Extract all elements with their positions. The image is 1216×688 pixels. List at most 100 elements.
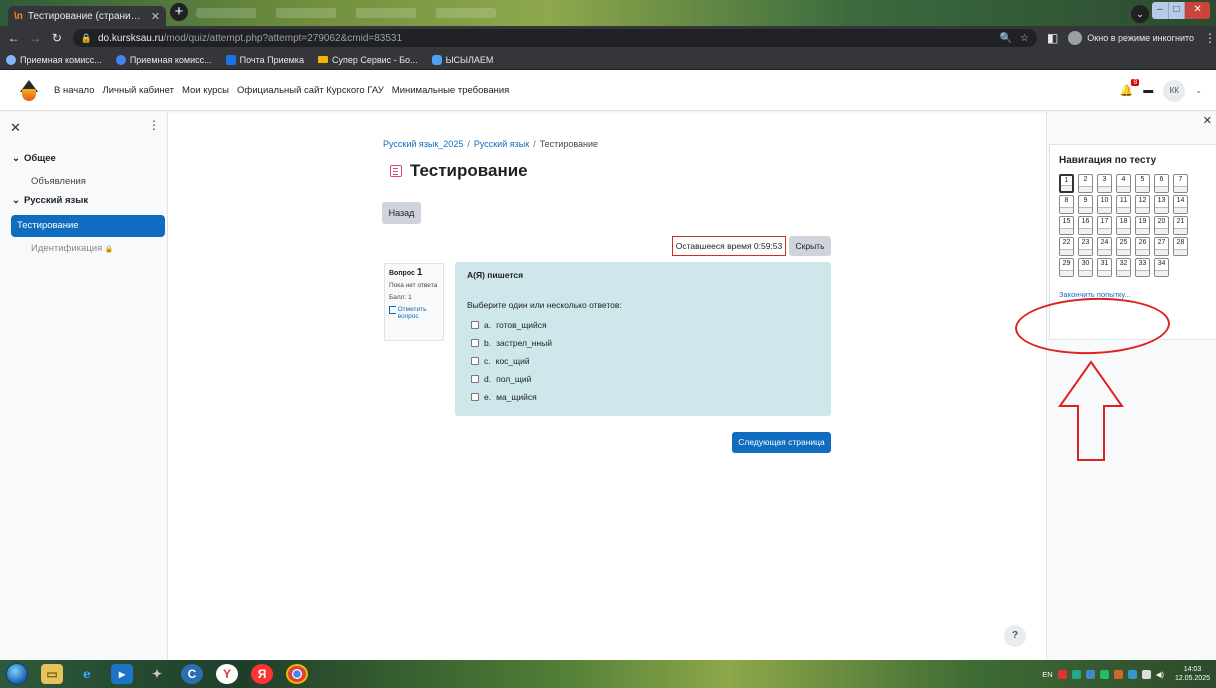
answer-checkbox[interactable] [471,357,479,365]
question-nav-button[interactable]: 34 [1154,258,1169,277]
question-nav-button[interactable]: 10 [1097,195,1112,214]
minimize-icon[interactable]: – [1152,2,1169,19]
question-nav-button[interactable]: 21 [1173,216,1188,235]
nav-official-site-link[interactable]: Официальный сайт Курского ГАУ [237,85,384,96]
bookmark-item[interactable]: ЫСЫЛАЕМ [431,54,493,65]
user-avatar[interactable]: КК [1163,79,1186,102]
maximize-icon[interactable]: □ [1168,2,1186,19]
course-item-testing[interactable]: Тестирование [11,215,165,237]
tray-app-icon[interactable] [1057,669,1067,679]
question-nav-button[interactable]: 25 [1116,237,1131,256]
internet-explorer-icon[interactable]: e [76,664,98,684]
answer-checkbox[interactable] [471,321,479,329]
bird-app-icon[interactable]: ✦ [146,664,168,684]
media-player-icon[interactable]: ▸ [111,664,133,684]
bookmark-item[interactable]: Приемная комисс... [6,54,102,65]
sidebar-panel-icon[interactable]: ◧ [1047,31,1058,45]
new-tab-button[interactable]: + [170,3,188,21]
question-nav-button[interactable]: 15 [1059,216,1074,235]
question-nav-button[interactable]: 19 [1135,216,1150,235]
answer-option[interactable]: c. кос_щий [467,352,819,370]
help-button[interactable]: ? [1004,625,1026,647]
volume-icon[interactable]: ◀) [1156,670,1164,679]
file-explorer-icon[interactable]: ▭ [41,664,63,684]
next-page-button[interactable]: Следующая страница [732,432,831,453]
section-russian[interactable]: ⌄ Русский язык [12,195,88,206]
question-nav-button[interactable]: 13 [1154,195,1169,214]
tray-app-icon[interactable] [1099,669,1109,679]
question-nav-button[interactable]: 28 [1173,237,1188,256]
browser-tab-active[interactable]: \n Тестирование (страница 1 из 34 ✕ [8,6,166,26]
forward-arrow-icon[interactable]: → [28,31,44,45]
question-nav-button[interactable]: 16 [1078,216,1093,235]
question-nav-button[interactable]: 29 [1059,258,1074,277]
messages-icon[interactable]: ▬ [1143,85,1153,96]
tray-app-icon[interactable] [1127,669,1137,679]
answer-checkbox[interactable] [471,339,479,347]
browser-menu-icon[interactable]: ⋮ [1204,31,1216,45]
kebab-menu-icon[interactable]: ⋮ [148,118,160,132]
close-drawer-icon[interactable]: ✕ [1203,114,1212,127]
flag-question-link[interactable]: Отметить вопрос [389,306,439,320]
tray-app-icon[interactable] [1113,669,1123,679]
tray-app-icon[interactable] [1085,669,1095,679]
question-nav-button[interactable]: 11 [1116,195,1131,214]
question-nav-button[interactable]: 24 [1097,237,1112,256]
close-drawer-icon[interactable]: ✕ [10,120,21,136]
site-logo[interactable] [18,79,40,102]
profile-menu-icon[interactable]: ⌄ [1131,5,1149,23]
bookmark-item[interactable]: Почта Приемка [225,54,304,65]
question-nav-button[interactable]: 33 [1135,258,1150,277]
question-nav-button[interactable]: 30 [1078,258,1093,277]
course-item-identification[interactable]: Идентификация 🔒 [31,243,114,254]
background-tabs[interactable] [196,8,496,18]
question-nav-button[interactable]: 20 [1154,216,1169,235]
question-nav-button[interactable]: 18 [1116,216,1131,235]
nav-home-link[interactable]: В начало [54,85,94,96]
notifications-bell-icon[interactable]: 🔔 8 [1120,79,1140,97]
tab-close-icon[interactable]: ✕ [151,10,160,23]
language-indicator[interactable]: EN [1042,670,1052,679]
question-nav-button[interactable]: 6 [1154,174,1169,193]
question-nav-button[interactable]: 3 [1097,174,1112,193]
answer-option[interactable]: e. ма_щийся [467,388,819,406]
incognito-indicator[interactable]: Окно в режиме инкогнито [1068,31,1194,45]
question-nav-button[interactable]: 27 [1154,237,1169,256]
question-nav-button[interactable]: 22 [1059,237,1074,256]
question-nav-button[interactable]: 17 [1097,216,1112,235]
question-nav-button[interactable]: 32 [1116,258,1131,277]
question-nav-button[interactable]: 8 [1059,195,1074,214]
nav-dashboard-link[interactable]: Личный кабинет [102,85,173,96]
answer-checkbox[interactable] [471,375,479,383]
question-nav-button[interactable]: 1 [1059,174,1074,193]
nav-my-courses-link[interactable]: Мои курсы [182,85,229,96]
answer-option[interactable]: b. застрел_нный [467,334,819,352]
tray-app-icon[interactable] [1071,669,1081,679]
breadcrumb-section-link[interactable]: Русский язык [474,139,529,149]
yandex-browser-icon[interactable]: Y [216,664,238,684]
chrome-icon[interactable] [286,664,308,684]
bookmark-item[interactable]: Супер Сервис - Бо... [317,55,418,65]
window-close-icon[interactable]: ✕ [1185,2,1210,19]
hide-timer-button[interactable]: Скрыть [789,236,831,256]
answer-checkbox[interactable] [471,393,479,401]
zoom-icon[interactable]: 🔍 [1000,33,1012,44]
question-nav-button[interactable]: 2 [1078,174,1093,193]
network-icon[interactable] [1141,669,1151,679]
yandex-icon[interactable]: Я [251,664,273,684]
answer-option[interactable]: a. готов_щийся [467,316,819,334]
question-nav-button[interactable]: 4 [1116,174,1131,193]
c-app-icon[interactable]: C [181,664,203,684]
chevron-down-icon[interactable]: ⌄ [1195,86,1202,95]
question-nav-button[interactable]: 9 [1078,195,1093,214]
back-arrow-icon[interactable]: ← [6,31,22,45]
start-button[interactable] [6,663,28,685]
bookmark-item[interactable]: Приемная комисс... [115,54,212,65]
reload-icon[interactable]: ↻ [49,31,65,45]
answer-option[interactable]: d. пол_щий [467,370,819,388]
nav-requirements-link[interactable]: Минимальные требования [392,85,510,96]
course-item-announcements[interactable]: Объявления [31,176,86,187]
question-nav-button[interactable]: 26 [1135,237,1150,256]
question-nav-button[interactable]: 12 [1135,195,1150,214]
question-nav-button[interactable]: 14 [1173,195,1188,214]
